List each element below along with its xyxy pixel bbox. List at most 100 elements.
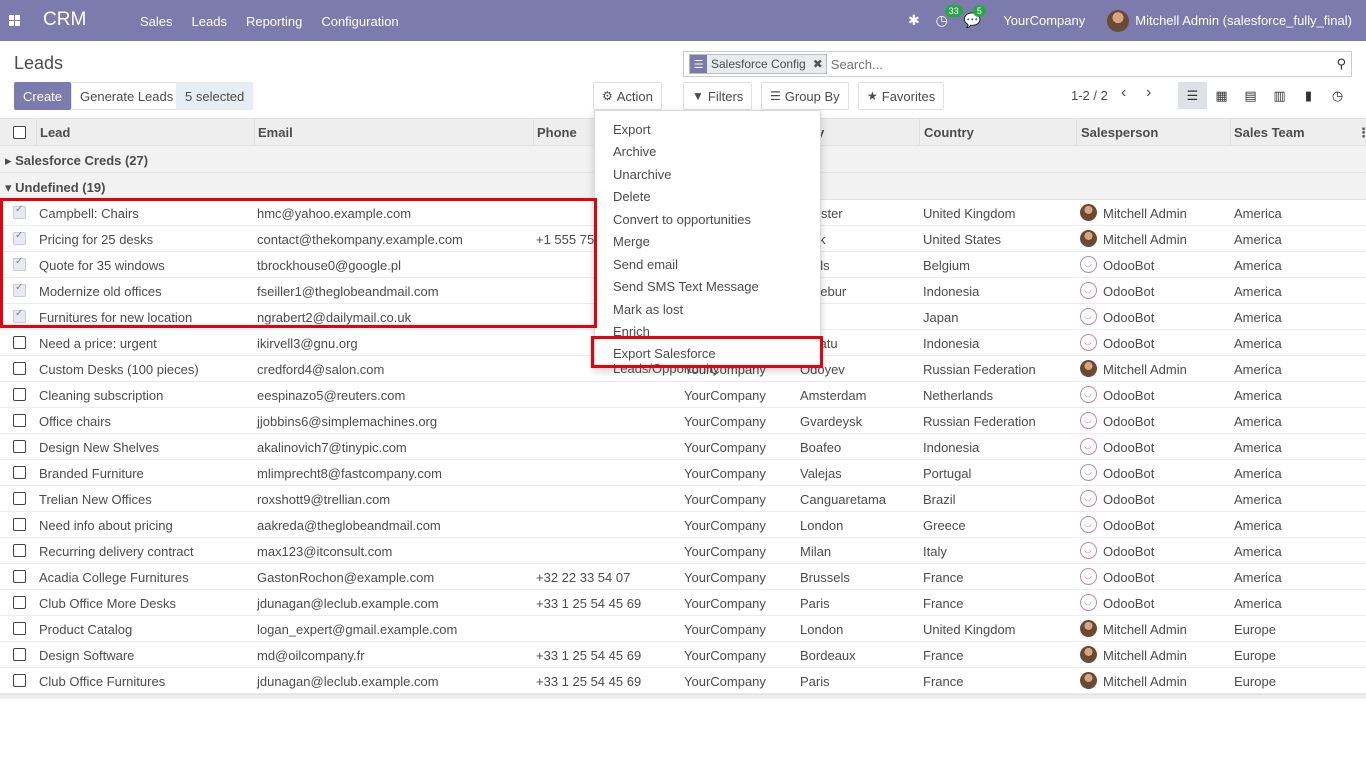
table-row[interactable]: Acadia College Furnitures GastonRochon@ex… [0,564,1366,590]
menu-sales[interactable]: Sales [140,14,173,29]
graph-view-icon[interactable]: ▮ [1294,82,1323,109]
chat-icon[interactable]: 💬 5 [964,5,986,29]
favorites-button[interactable]: ★ Favorites [858,82,945,110]
table-row[interactable]: Trelian New Offices roxshott9@trellian.co… [0,486,1366,512]
row-checkbox[interactable] [13,440,26,453]
cell-city: Bordeaux [800,648,856,663]
column-sales-team[interactable]: Sales Team [1234,125,1305,140]
column-phone[interactable]: Phone [537,125,577,140]
cell-sales-team: America [1234,388,1282,403]
row-checkbox[interactable] [13,204,26,219]
row-checkbox[interactable] [13,674,26,687]
row-checkbox[interactable] [13,518,26,531]
cell-email: ngrabert2@dailymail.co.uk [257,310,412,325]
action-menu-item[interactable]: Delete [613,189,651,204]
row-checkbox[interactable] [13,596,26,609]
row-checkbox[interactable] [13,308,26,323]
salesperson-avatar [1080,438,1097,455]
cell-country: United Kingdom [923,206,1016,221]
table-row[interactable]: Club Office More Desks jdunagan@leclub.ex… [0,590,1366,616]
row-checkbox[interactable] [13,256,26,271]
generate-leads-button[interactable]: Generate Leads [71,82,183,110]
action-menu-item[interactable]: Merge [613,234,650,249]
row-checkbox[interactable] [13,648,26,661]
table-row[interactable]: Need info about pricing aakreda@theglobea… [0,512,1366,538]
action-menu-item[interactable]: Archive [613,144,656,159]
activity-view-icon[interactable]: ◷ [1323,82,1352,109]
action-menu-item[interactable]: Mark as lost [613,302,683,317]
menu-leads[interactable]: Leads [192,14,227,29]
cell-lead: Design New Shelves [39,440,159,455]
table-footer [0,694,1366,699]
cell-sales-team: Europe [1234,622,1276,637]
row-checkbox[interactable] [13,230,26,245]
table-row[interactable]: Design Software md@oilcompany.fr +33 1 25 … [0,642,1366,668]
row-checkbox[interactable] [13,362,26,375]
table-row[interactable]: Club Office Furnitures jdunagan@leclub.ex… [0,668,1366,694]
action-menu-item[interactable]: Send SMS Text Message [613,279,759,294]
group-by-button[interactable]: ☰ Group By [761,82,849,110]
cell-lead: Need a price: urgent [39,336,157,351]
search-icon[interactable]: ⚲ [1336,56,1346,72]
cell-email: roxshott9@trellian.com [257,492,391,507]
action-dropdown-menu: Export Archive Unarchive Delete Convert to o… [594,110,821,376]
action-menu-item[interactable]: Export [613,122,651,137]
row-checkbox[interactable] [13,492,26,505]
pager-value[interactable]: 1-2 / 2 [1071,88,1108,103]
row-checkbox[interactable] [13,466,26,479]
action-button[interactable]: ⚙ Action [593,82,662,110]
table-row[interactable]: Design New Shelves akalinovich7@tinypic.c… [0,434,1366,460]
user-avatar[interactable] [1107,9,1130,32]
cell-country: France [923,570,964,585]
action-menu-item[interactable]: Convert to opportunities [613,212,751,227]
row-checkbox[interactable] [13,336,26,349]
menu-reporting[interactable]: Reporting [246,14,302,29]
table-row[interactable]: Product Catalog logan_expert@gmail.exampl… [0,616,1366,642]
row-checkbox[interactable] [13,388,26,401]
menu-configuration[interactable]: Configuration [321,14,398,29]
table-row[interactable]: Cleaning subscription eespinazo5@reuters.… [0,382,1366,408]
create-button[interactable]: Create [14,82,72,110]
search-input[interactable] [830,56,1311,72]
action-menu-item[interactable]: Enrich [613,324,650,339]
bug-icon[interactable]: ✱ [908,12,920,29]
search-bar: ☰ Salesforce Config ✖ ⚲ [683,51,1352,77]
pager-next-icon[interactable]: › [1146,84,1151,102]
pivot-view-icon[interactable]: ▥ [1265,82,1294,109]
column-salesperson[interactable]: Salesperson [1081,125,1158,140]
action-menu-item[interactable]: Send email [613,257,678,272]
row-checkbox[interactable] [13,622,26,635]
salesperson-avatar [1080,464,1097,481]
user-menu[interactable]: Mitchell Admin (salesforce_fully_final) [1135,13,1352,28]
action-menu-item[interactable]: Export Salesforce Leads/Opportunity [613,346,820,376]
list-view-icon[interactable]: ☰ [1178,82,1207,109]
group-by-label: Group By [784,88,840,104]
column-country[interactable]: Country [924,125,974,140]
cell-city: London [800,518,844,533]
table-row[interactable]: Recurring delivery contract max123@itcons… [0,538,1366,564]
row-checkbox[interactable] [13,570,26,583]
pager-previous-icon[interactable]: ‹ [1121,84,1126,102]
column-lead[interactable]: Lead [40,125,70,140]
optional-columns-icon[interactable]: ⋮ [1357,125,1366,141]
row-checkbox[interactable] [13,282,26,297]
facet-label: Salesforce Config [707,55,810,73]
action-menu-item[interactable]: Unarchive [613,167,672,182]
apps-menu-icon[interactable] [9,15,20,26]
filters-button[interactable]: ▼ Filters [683,82,753,110]
row-checkbox[interactable] [13,544,26,557]
app-brand[interactable]: CRM [43,9,86,31]
company-switcher[interactable]: YourCompany [1003,13,1085,28]
activity-clock-icon[interactable]: ◷ 33 [936,5,963,29]
table-row[interactable]: Branded Furniture mlimprecht8@fastcompany… [0,460,1366,486]
row-checkbox[interactable] [13,414,26,427]
column-email[interactable]: Email [258,125,293,140]
cell-salesperson: Mitchell Admin [1103,232,1187,247]
calendar-view-icon[interactable]: ▤ [1236,82,1265,109]
cell-company: YourCompany [684,492,766,507]
kanban-view-icon[interactable]: ▦ [1207,82,1236,109]
cell-salesperson: OdooBot [1103,258,1155,273]
select-all-checkbox[interactable] [13,126,26,139]
table-row[interactable]: Office chairs jjobbins6@simplemachines.or… [0,408,1366,434]
facet-remove-icon[interactable]: ✖ [809,55,826,73]
